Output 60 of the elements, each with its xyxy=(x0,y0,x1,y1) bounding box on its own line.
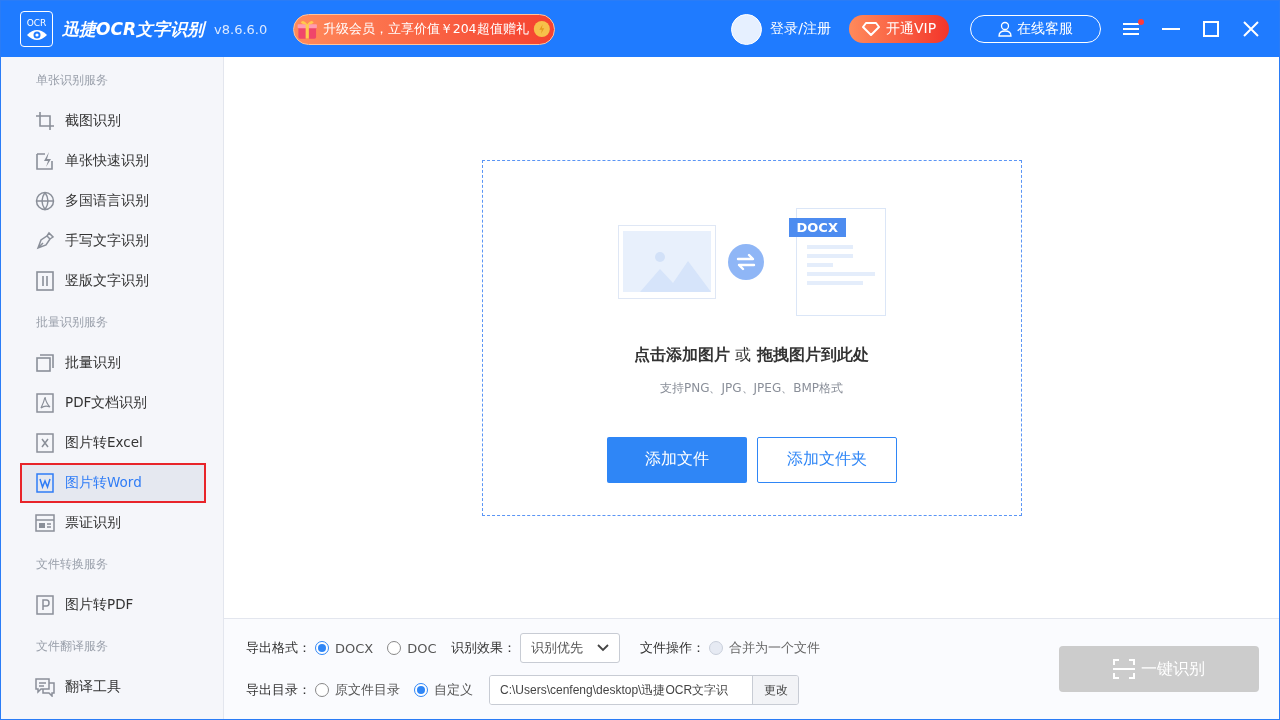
sidebar-item[interactable]: 翻译工具 xyxy=(20,667,206,707)
login-link[interactable]: 登录/注册 xyxy=(770,20,831,38)
ticket-icon xyxy=(35,513,55,533)
section-title: 单张识别服务 xyxy=(35,71,109,89)
drop-zone[interactable]: DOCX 点击添加图片 或 拖拽图片到此处 支持PNG、JPG、JPEG、BMP格式 添加文件 添加文件夹 xyxy=(481,159,1022,516)
diamond-icon xyxy=(861,22,880,36)
sidebar-item[interactable]: 图片转Excel xyxy=(20,423,206,463)
promo-text: 升级会员，立享价值￥204超值赠礼 xyxy=(322,20,529,38)
close-icon[interactable] xyxy=(1243,21,1259,37)
effect-dropdown[interactable]: 识别优先 xyxy=(519,633,620,663)
radio-option[interactable]: DOC xyxy=(387,640,437,656)
section-title: 批量识别服务 xyxy=(35,313,109,331)
app-name: 迅捷OCR文字识别 xyxy=(62,17,205,41)
avatar[interactable] xyxy=(731,13,763,45)
sidebar-item[interactable]: 票证识别 xyxy=(20,503,206,543)
p-file-icon xyxy=(35,595,55,615)
image-placeholder-icon xyxy=(617,224,716,299)
excel-file-icon xyxy=(35,433,55,453)
chevron-down-icon xyxy=(596,644,609,652)
crop-icon xyxy=(35,111,55,131)
globe-icon xyxy=(35,191,55,211)
sidebar-item[interactable]: 单张快速识别 xyxy=(20,141,206,181)
field-label: 导出格式： xyxy=(246,639,311,657)
sidebar-item[interactable]: 多国语言识别 xyxy=(20,181,206,221)
pen-icon xyxy=(35,231,55,251)
format-hint: 支持PNG、JPG、JPEG、BMP格式 xyxy=(659,379,844,397)
scan-icon xyxy=(1113,659,1135,679)
sidebar-item[interactable]: 竖版文字识别 xyxy=(20,261,206,301)
word-file-icon xyxy=(35,473,55,493)
sidebar-item[interactable]: 手写文字识别 xyxy=(20,221,206,261)
eye-icon xyxy=(25,28,48,41)
menu-icon[interactable] xyxy=(1122,22,1140,36)
sidebar-item[interactable]: 截图识别 xyxy=(20,101,206,141)
section-title: 文件转换服务 xyxy=(35,555,109,573)
minimize-icon[interactable] xyxy=(1162,27,1180,31)
person-icon xyxy=(998,21,1012,37)
field-label: 文件操作： xyxy=(639,639,705,657)
field-label: 识别效果： xyxy=(450,639,516,657)
version-label: v8.6.6.0 xyxy=(214,21,268,37)
logo-text: OCR xyxy=(26,17,47,28)
sidebar-item[interactable]: 图片转PDF xyxy=(20,585,206,625)
stack-icon xyxy=(35,353,55,373)
sidebar-item[interactable]: 批量识别 xyxy=(20,343,206,383)
radio-option[interactable]: 自定义 xyxy=(414,681,473,699)
bolt-icon xyxy=(35,151,55,171)
columns-icon xyxy=(35,271,55,291)
radio-option[interactable]: 原文件目录 xyxy=(315,681,400,699)
radio-option[interactable]: DOCX xyxy=(315,640,374,656)
coin-icon xyxy=(532,18,551,40)
pdf-file-icon xyxy=(35,393,55,413)
chat-bubbles-icon xyxy=(35,677,55,697)
sidebar-item[interactable]: PDF文档识别 xyxy=(20,383,206,423)
maximize-icon[interactable] xyxy=(1203,21,1219,37)
add-button[interactable]: 添加文件 xyxy=(606,436,747,483)
swap-icon xyxy=(727,243,764,280)
field-label: 导出目录： xyxy=(246,681,311,699)
file-type-badge: DOCX xyxy=(788,217,846,237)
section-title: 文件翻译服务 xyxy=(35,637,109,655)
drop-instruction: 点击添加图片 或 拖拽图片到此处 xyxy=(634,344,869,366)
add-button[interactable]: 添加文件夹 xyxy=(756,436,897,483)
